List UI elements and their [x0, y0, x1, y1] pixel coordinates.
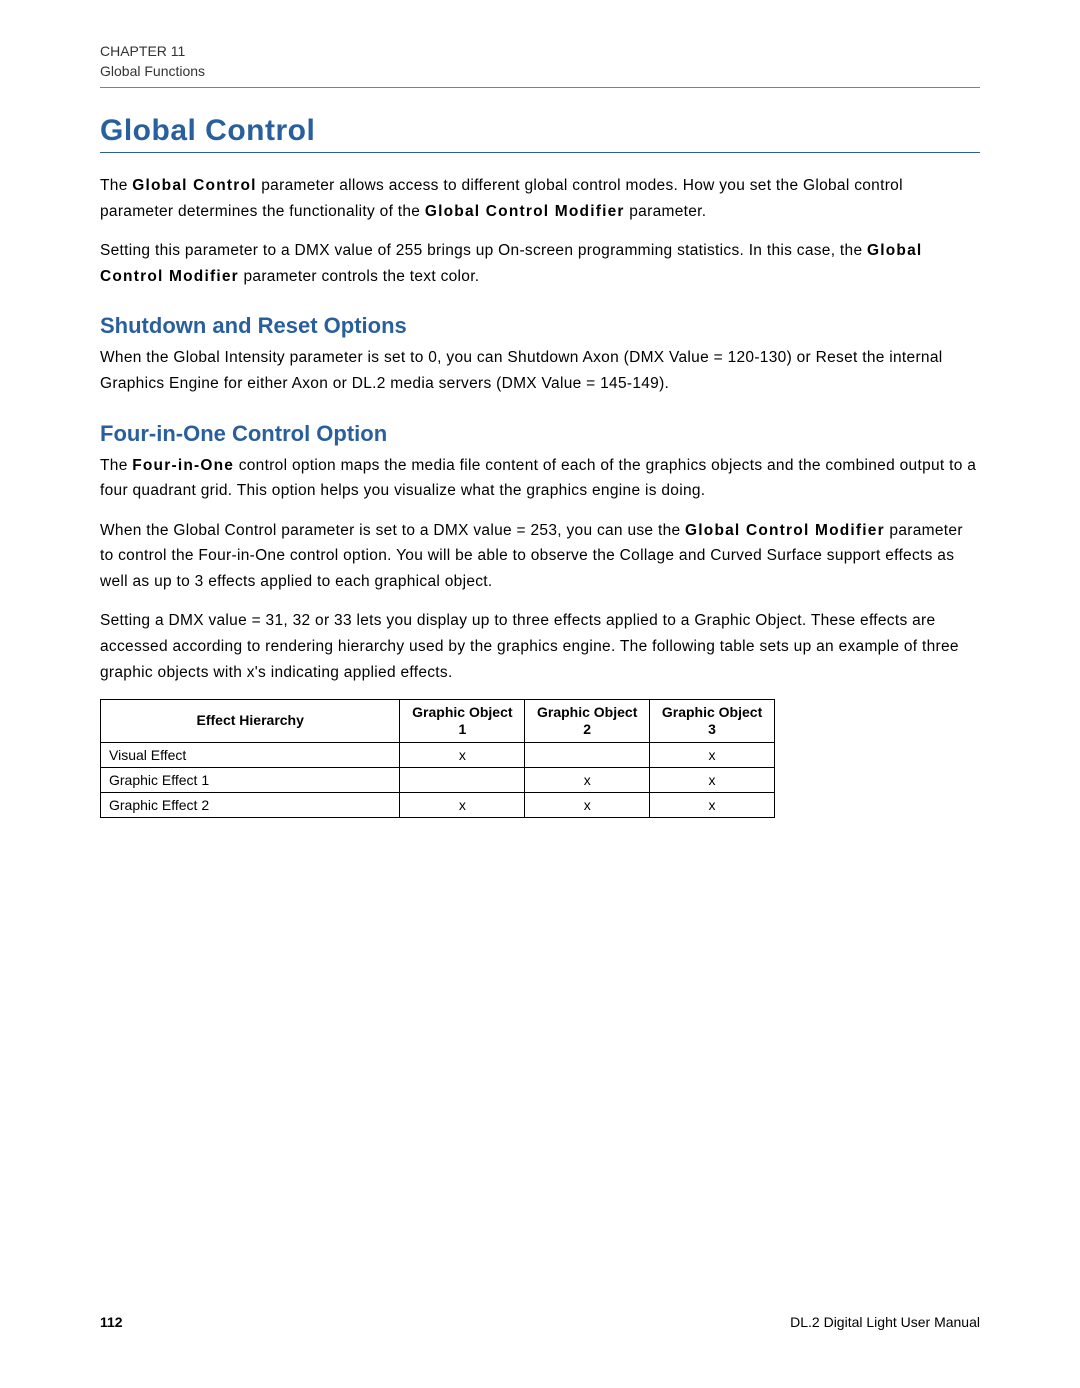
- col-header-obj3: Graphic Object 3: [650, 700, 775, 743]
- page-footer: 112 DL.2 Digital Light User Manual: [100, 1314, 980, 1330]
- text-run: parameter controls the text color.: [239, 268, 480, 285]
- shutdown-paragraph: When the Global Intensity parameter is s…: [100, 345, 980, 396]
- cell-effect-label: Graphic Effect 2: [101, 792, 400, 817]
- bold-global-control: Global Control: [132, 177, 256, 194]
- cell: x: [400, 792, 525, 817]
- chapter-label: CHAPTER 11: [100, 42, 980, 62]
- col-header-obj2: Graphic Object 2: [525, 700, 650, 743]
- fourinone-paragraph-3: Setting a DMX value = 31, 32 or 33 lets …: [100, 608, 980, 685]
- table-row: Visual Effect x x: [101, 742, 775, 767]
- page-number: 112: [100, 1314, 123, 1330]
- section-label: Global Functions: [100, 62, 980, 82]
- table-row: Graphic Effect 2 x x x: [101, 792, 775, 817]
- intro-paragraph-2: Setting this parameter to a DMX value of…: [100, 238, 980, 289]
- cell: x: [650, 742, 775, 767]
- bold-global-control-modifier: Global Control Modifier: [685, 522, 885, 539]
- effects-table: Effect Hierarchy Graphic Object 1 Graphi…: [100, 699, 775, 818]
- cell: x: [650, 792, 775, 817]
- text-run: When the Global Control parameter is set…: [100, 522, 685, 539]
- bold-four-in-one: Four-in-One: [132, 457, 234, 474]
- cell: [400, 767, 525, 792]
- col-header-effect: Effect Hierarchy: [101, 700, 400, 743]
- text-run: parameter.: [625, 203, 707, 220]
- cell-effect-label: Graphic Effect 1: [101, 767, 400, 792]
- cell: x: [525, 792, 650, 817]
- intro-paragraph-1: The Global Control parameter allows acce…: [100, 173, 980, 224]
- table-row: Graphic Effect 1 x x: [101, 767, 775, 792]
- fourinone-paragraph-2: When the Global Control parameter is set…: [100, 518, 980, 595]
- cell: x: [650, 767, 775, 792]
- cell: [525, 742, 650, 767]
- text-run: The: [100, 457, 132, 474]
- page-header: CHAPTER 11 Global Functions: [100, 42, 980, 88]
- table-header-row: Effect Hierarchy Graphic Object 1 Graphi…: [101, 700, 775, 743]
- manual-title: DL.2 Digital Light User Manual: [790, 1314, 980, 1330]
- fourinone-heading: Four-in-One Control Option: [100, 421, 980, 447]
- cell: x: [400, 742, 525, 767]
- page-title: Global Control: [100, 114, 980, 153]
- cell-effect-label: Visual Effect: [101, 742, 400, 767]
- shutdown-heading: Shutdown and Reset Options: [100, 313, 980, 339]
- text-run: The: [100, 177, 132, 194]
- text-run: Setting this parameter to a DMX value of…: [100, 242, 867, 259]
- bold-global-control-modifier: Global Control Modifier: [425, 203, 625, 220]
- fourinone-paragraph-1: The Four-in-One control option maps the …: [100, 453, 980, 504]
- cell: x: [525, 767, 650, 792]
- col-header-obj1: Graphic Object 1: [400, 700, 525, 743]
